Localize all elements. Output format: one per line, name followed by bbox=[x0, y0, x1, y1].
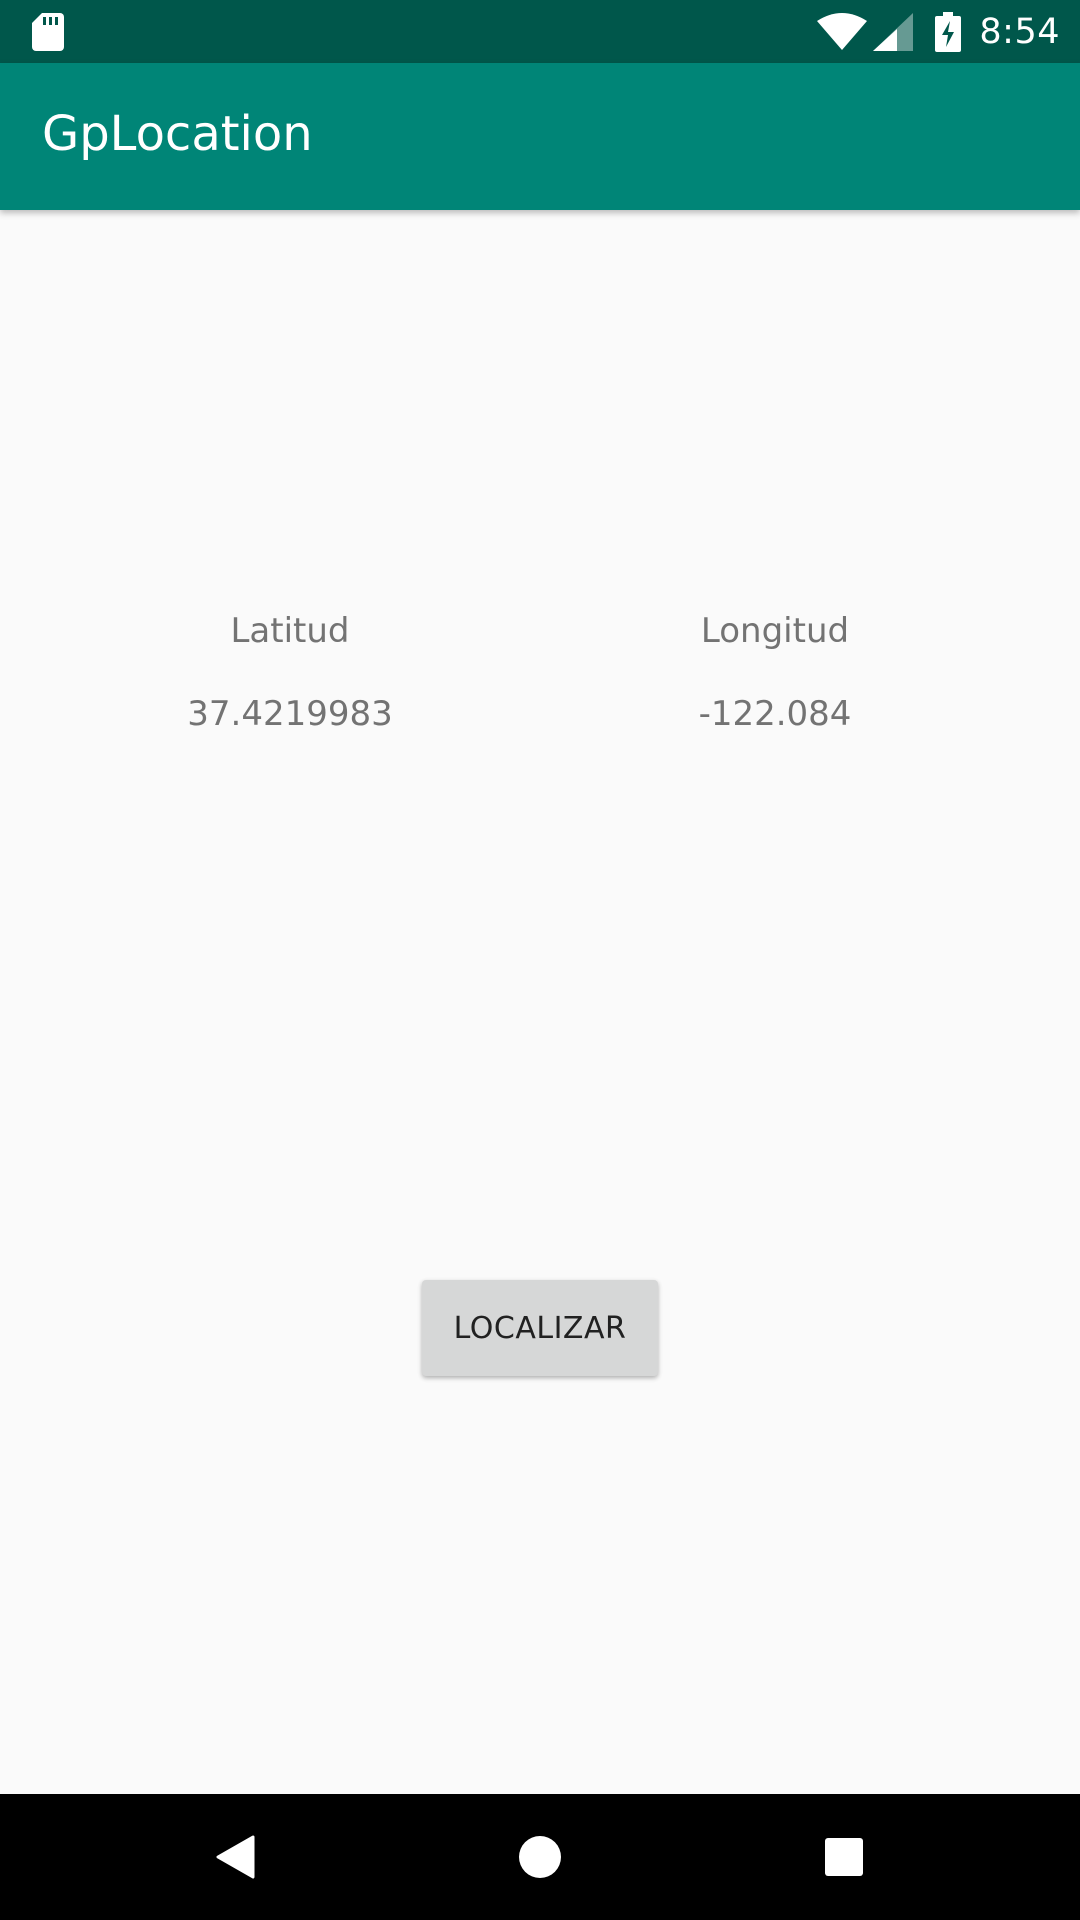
recents-icon bbox=[825, 1838, 863, 1876]
status-bar: 8:54 bbox=[0, 0, 1080, 63]
longitude-value: -122.084 bbox=[698, 694, 852, 734]
latitude-value: 37.4219983 bbox=[187, 694, 393, 734]
latitude-label: Latitud bbox=[230, 611, 350, 651]
wifi-icon bbox=[817, 12, 868, 50]
nav-back-button[interactable] bbox=[160, 1794, 310, 1920]
navigation-bar bbox=[0, 1794, 1080, 1920]
nav-recents-button[interactable] bbox=[769, 1794, 919, 1920]
sd-card-icon bbox=[32, 13, 64, 51]
app-title: GpLocation bbox=[42, 106, 313, 162]
localizar-button[interactable]: LOCALIZAR bbox=[422, 1280, 658, 1376]
status-icons: 8:54 bbox=[817, 0, 1060, 63]
battery-charging-icon bbox=[935, 11, 962, 52]
home-icon bbox=[519, 1836, 561, 1878]
app-bar: GpLocation bbox=[0, 63, 1080, 210]
nav-home-button[interactable] bbox=[465, 1794, 615, 1920]
longitude-label: Longitud bbox=[700, 611, 850, 651]
status-time: 8:54 bbox=[979, 11, 1060, 52]
signal-icon bbox=[873, 12, 914, 51]
back-icon bbox=[216, 1835, 255, 1879]
